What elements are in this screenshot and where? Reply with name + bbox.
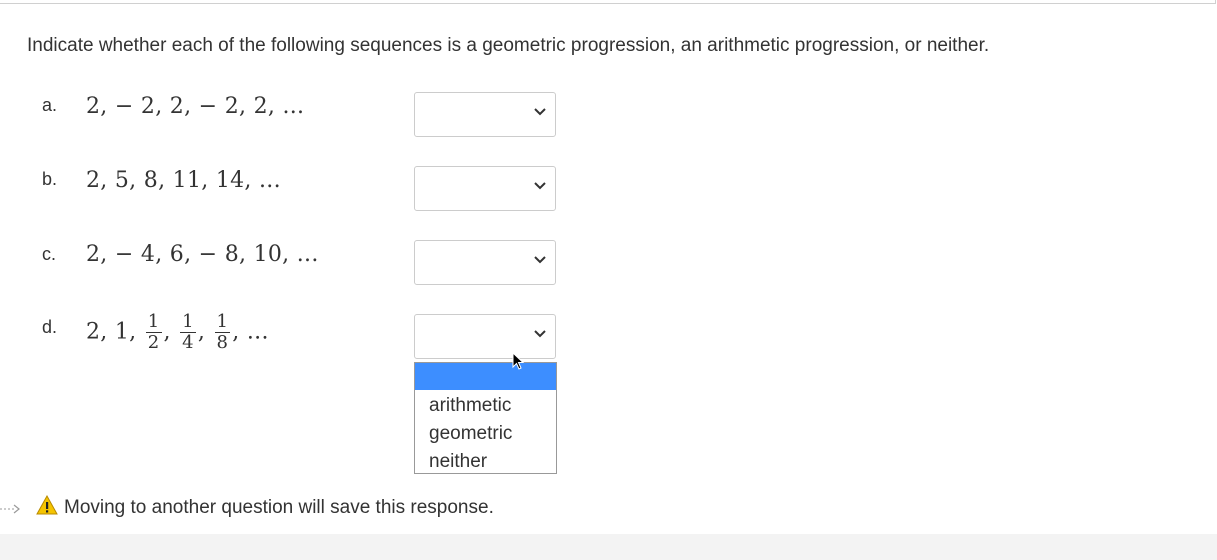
fraction-denominator: 4 xyxy=(182,332,194,353)
arrow-right-icon xyxy=(0,502,22,518)
question-a-label: a. xyxy=(42,95,58,115)
fraction: 12 xyxy=(145,311,162,353)
question-d-sequence: 2, 1, 12, 14, 18, ... xyxy=(86,311,269,353)
sequence-suffix: ... xyxy=(246,319,269,345)
fraction-denominator: 8 xyxy=(216,332,229,353)
fraction-numerator: 1 xyxy=(145,311,162,333)
fraction-numerator: 1 xyxy=(180,311,196,333)
dropdown-option-geometric[interactable]: geometric xyxy=(415,420,556,448)
question-c-sequence: 2, − 4, 6, − 8, 10, ... xyxy=(86,242,319,267)
save-notice-text: Moving to another question will save thi… xyxy=(64,497,494,519)
chevron-down-icon xyxy=(534,330,546,338)
question-a-sequence: 2, − 2, 2, − 2, 2, ... xyxy=(86,94,305,119)
dropdown-option-neither[interactable]: neither xyxy=(415,448,556,476)
question-c-select[interactable] xyxy=(414,240,556,285)
question-d-label: d. xyxy=(42,317,58,337)
question-d-dropdown-list: arithmetic geometric neither xyxy=(414,362,557,474)
sequence-prefix: 2, 1, xyxy=(86,319,144,345)
dropdown-option-arithmetic[interactable]: arithmetic xyxy=(415,392,556,420)
save-notice: Moving to another question will save thi… xyxy=(36,494,494,521)
fraction-numerator: 1 xyxy=(214,311,231,333)
fraction: 18 xyxy=(214,311,231,353)
top-border xyxy=(0,0,1216,4)
fraction-denominator: 2 xyxy=(147,332,160,353)
instruction-text: Indicate whether each of the following s… xyxy=(27,35,990,56)
chevron-down-icon xyxy=(534,108,546,116)
warning-icon xyxy=(36,494,58,521)
footer-bar xyxy=(0,534,1217,560)
question-b-sequence: 2, 5, 8, 11, 14, ... xyxy=(86,168,281,193)
question-a-select[interactable] xyxy=(414,92,556,137)
question-c-label: c. xyxy=(42,244,57,264)
chevron-down-icon xyxy=(534,182,546,190)
question-d-select[interactable] xyxy=(414,314,556,359)
fraction: 14 xyxy=(180,312,196,353)
chevron-down-icon xyxy=(534,256,546,264)
question-b-label: b. xyxy=(42,169,58,189)
mouse-cursor-icon xyxy=(512,352,525,370)
question-b-select[interactable] xyxy=(414,166,556,211)
dropdown-option-blank[interactable] xyxy=(415,363,556,390)
